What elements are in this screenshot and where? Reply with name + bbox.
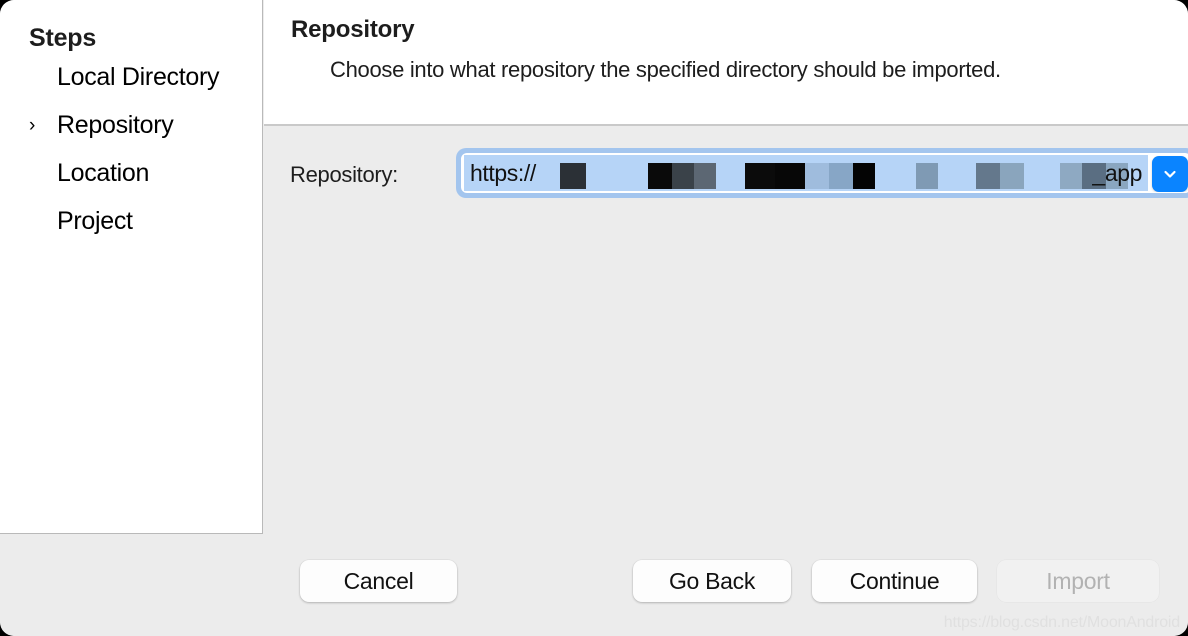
redaction-block	[672, 163, 694, 189]
import-button: Import	[997, 560, 1159, 602]
steps-sidebar: Steps Local Directory › Repository Locat…	[0, 0, 263, 534]
redaction-block	[745, 163, 775, 189]
sidebar-item-label: Local Directory	[57, 62, 220, 91]
repository-label: Repository:	[290, 162, 398, 187]
redaction-block	[560, 163, 586, 189]
repository-text-selection: https:// _app	[464, 155, 1148, 191]
redaction-block	[1000, 163, 1024, 189]
cancel-button-label: Cancel	[343, 567, 414, 594]
repository-value-suffix: _app	[1092, 159, 1142, 186]
go-back-button[interactable]: Go Back	[633, 560, 791, 602]
chevron-right-icon: ›	[29, 114, 36, 136]
repository-dropdown-button[interactable]	[1152, 156, 1188, 192]
import-button-label: Import	[1046, 567, 1110, 594]
redaction-block	[775, 163, 805, 189]
repository-field-row: Repository: https:// _app	[290, 148, 1188, 204]
sidebar-item-local-directory[interactable]: Local Directory	[29, 60, 249, 94]
chevron-down-icon	[1161, 165, 1179, 183]
continue-button[interactable]: Continue	[812, 560, 977, 602]
watermark: https://blog.csdn.net/MoonAndroid	[943, 614, 1180, 631]
redaction-block	[694, 163, 716, 189]
redaction-block	[648, 163, 672, 189]
page-subtitle: Choose into what repository the specifie…	[330, 57, 1001, 82]
redaction-block	[805, 163, 829, 189]
redaction-block	[853, 163, 875, 189]
go-back-button-label: Go Back	[668, 567, 756, 594]
import-repository-dialog: Steps Local Directory › Repository Locat…	[0, 0, 1188, 636]
redaction-block	[916, 163, 938, 189]
sidebar-item-location[interactable]: Location	[29, 156, 249, 190]
dialog-footer: Cancel Go Back Continue Import https://b…	[0, 534, 1188, 636]
page-title: Repository	[291, 16, 415, 43]
sidebar-item-label: Repository	[57, 110, 174, 139]
content-header: Repository Choose into what repository t…	[264, 0, 1188, 124]
continue-button-label: Continue	[849, 567, 940, 594]
content-body: Repository: https:// _app	[264, 126, 1188, 534]
repository-combobox[interactable]: https:// _app	[456, 148, 1188, 198]
sidebar-item-repository[interactable]: › Repository	[29, 108, 249, 142]
repository-value-prefix: https://	[470, 159, 536, 186]
sidebar-item-label: Project	[57, 206, 133, 235]
redaction-block	[829, 163, 853, 189]
repository-input[interactable]: https:// _app	[461, 153, 1188, 193]
redaction-block	[1060, 163, 1082, 189]
steps-heading: Steps	[29, 24, 97, 52]
sidebar-item-project[interactable]: Project	[29, 204, 249, 238]
sidebar-item-label: Location	[57, 158, 150, 187]
redaction-block	[976, 163, 1000, 189]
cancel-button[interactable]: Cancel	[300, 560, 457, 602]
